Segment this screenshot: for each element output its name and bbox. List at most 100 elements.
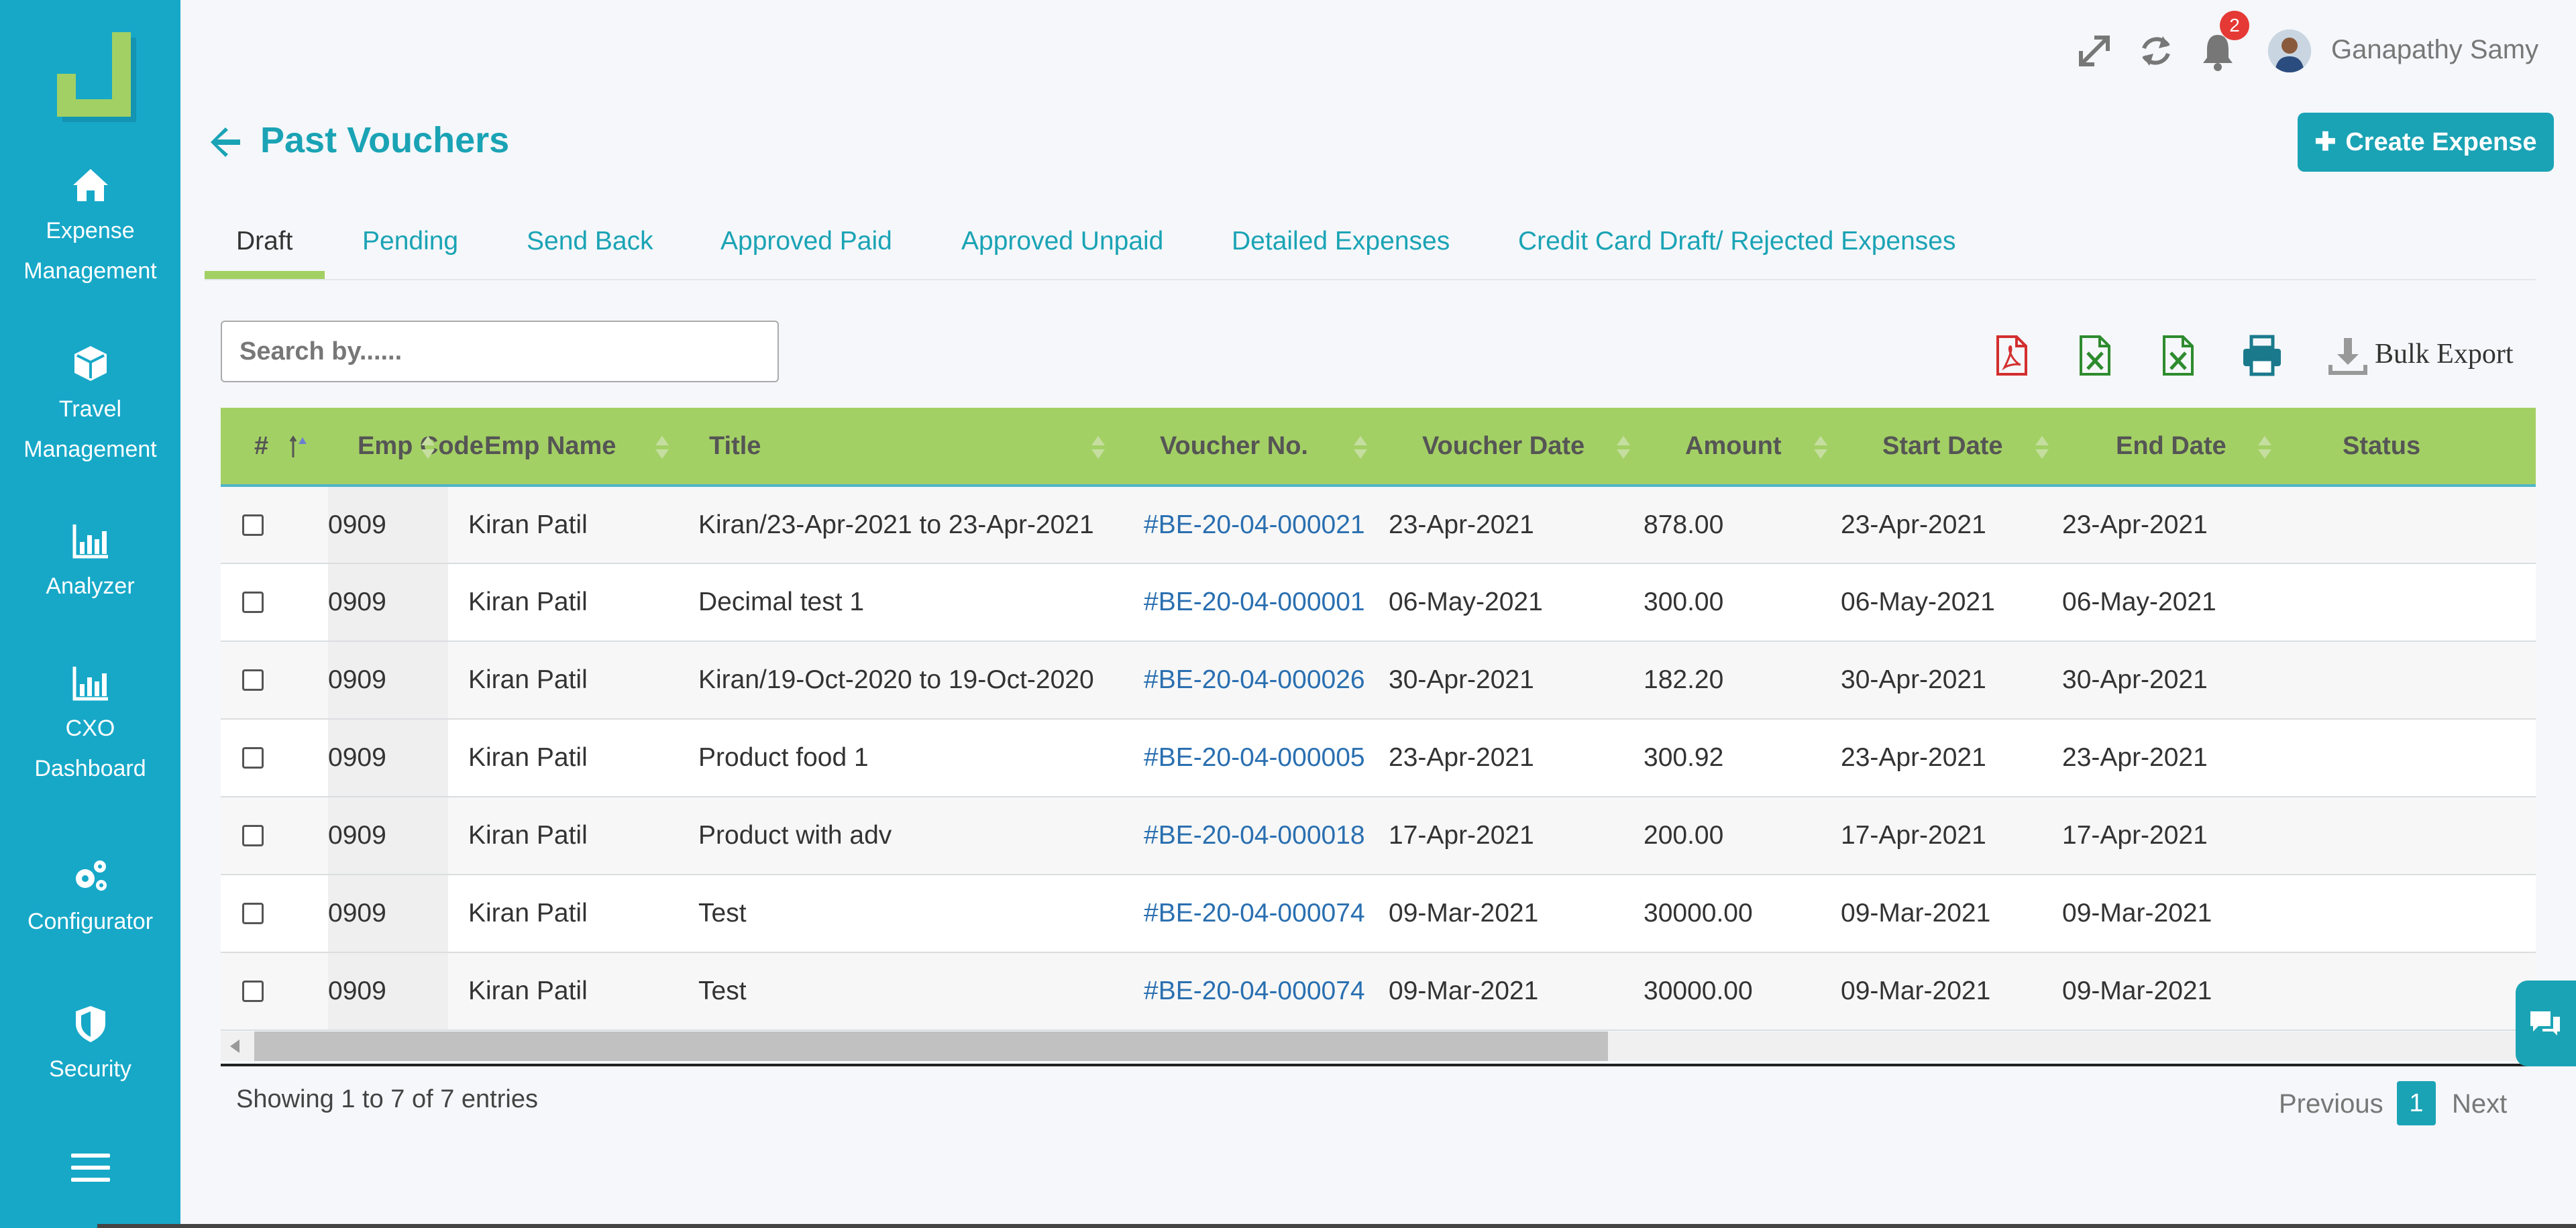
tab-credit-card-draft[interactable]: Credit Card Draft/ Rejected Expenses — [1518, 215, 1955, 279]
cell-start-date: 09-Mar-2021 — [1841, 976, 1991, 1005]
sort-icon — [655, 436, 669, 459]
cell-voucher-link[interactable]: #BE-20-04-000005 — [1118, 719, 1381, 797]
table-row[interactable]: 0909 Kiran Patil Kiran/19-Oct-2020 to 19… — [221, 641, 2536, 719]
cell-voucher-link[interactable]: #BE-20-04-000026 — [1118, 641, 1381, 719]
tab-detailed-expenses[interactable]: Detailed Expenses — [1232, 215, 1450, 279]
cell-emp-code: 0909 — [328, 641, 448, 719]
cell-amount: 182.20 — [1644, 665, 1724, 694]
user-name[interactable]: Ganapathy Samy — [2331, 35, 2538, 65]
sidebar: Expense Management Travel Management Ana… — [0, 0, 180, 1228]
menu-toggle-icon[interactable] — [71, 1154, 110, 1184]
sort-icon — [1617, 436, 1630, 459]
col-header-amount[interactable]: Amount — [1644, 408, 1841, 487]
sidebar-item-cxo-dashboard[interactable]: CXO Dashboard — [0, 663, 180, 789]
app-logo — [57, 32, 136, 122]
pagination-page-1[interactable]: 1 — [2397, 1081, 2436, 1125]
col-header-emp-code[interactable]: Emp Code — [328, 408, 484, 487]
row-checkbox[interactable] — [242, 669, 264, 691]
tab-approved-paid[interactable]: Approved Paid — [720, 215, 892, 279]
horizontal-scrollbar[interactable] — [221, 1031, 2536, 1061]
sidebar-item-travel-management[interactable]: Travel Management — [0, 343, 180, 469]
cell-voucher-date: 06-May-2021 — [1389, 588, 1543, 616]
cell-status — [2285, 875, 2536, 952]
col-header-emp-name[interactable]: Emp Name — [448, 408, 682, 487]
sort-asc-icon — [289, 435, 307, 457]
cell-end-date: 23-Apr-2021 — [2062, 743, 2208, 772]
cell-voucher-link[interactable]: #BE-20-04-000018 — [1118, 797, 1381, 875]
tab-pending[interactable]: Pending — [362, 215, 458, 279]
sort-icon — [421, 436, 435, 459]
chat-button[interactable] — [2516, 981, 2576, 1066]
tab-approved-unpaid[interactable]: Approved Unpaid — [961, 215, 1163, 279]
col-header-end-date[interactable]: End Date — [2062, 408, 2285, 487]
row-checkbox[interactable] — [242, 981, 264, 1002]
cell-emp-name: Kiran Patil — [468, 899, 588, 928]
entries-info: Showing 1 to 7 of 7 entries — [236, 1085, 538, 1113]
sidebar-item-analyzer[interactable]: Analyzer — [0, 520, 180, 606]
cell-title: Test — [698, 899, 747, 928]
row-checkbox[interactable] — [242, 592, 264, 613]
table-row[interactable]: 0909 Kiran Patil Kiran/23-Apr-2021 to 23… — [221, 486, 2536, 563]
print-icon[interactable] — [2241, 334, 2284, 377]
cell-amount: 300.00 — [1644, 588, 1724, 616]
table-row[interactable]: 0909 Kiran Patil Decimal test 1 #BE-20-0… — [221, 563, 2536, 641]
col-header-index[interactable]: # — [221, 408, 328, 487]
cell-voucher-link[interactable]: #BE-20-04-000021 — [1118, 486, 1381, 563]
table-row[interactable]: 0909 Kiran Patil Test #BE-20-04-000074 0… — [221, 875, 2536, 952]
vouchers-table: # Emp Code Emp Name Title Voucher No. Vo… — [221, 408, 2536, 1031]
fullscreen-icon[interactable] — [2074, 31, 2114, 71]
cell-start-date: 09-Mar-2021 — [1841, 899, 1991, 928]
scrollbar-thumb[interactable] — [254, 1031, 1608, 1061]
cell-voucher-date: 09-Mar-2021 — [1389, 976, 1539, 1005]
row-checkbox[interactable] — [242, 514, 264, 536]
table-row[interactable]: 0909 Kiran Patil Product food 1 #BE-20-0… — [221, 719, 2536, 797]
refresh-icon[interactable] — [2136, 31, 2176, 71]
cell-voucher-link[interactable]: #BE-20-04-000074 — [1118, 952, 1381, 1030]
row-checkbox[interactable] — [242, 825, 264, 846]
row-checkbox[interactable] — [242, 747, 264, 769]
sidebar-item-expense-management[interactable]: Expense Management — [0, 165, 180, 291]
cell-title: Decimal test 1 — [698, 588, 865, 616]
sidebar-item-security[interactable]: Security — [0, 1003, 180, 1089]
sort-icon — [2258, 436, 2271, 459]
back-arrow-icon[interactable] — [208, 125, 243, 160]
table-row[interactable]: 0909 Kiran Patil Product with adv #BE-20… — [221, 797, 2536, 875]
col-header-title[interactable]: Title — [682, 408, 1118, 487]
tab-send-back[interactable]: Send Back — [527, 215, 653, 279]
cell-end-date: 17-Apr-2021 — [2062, 821, 2208, 850]
create-expense-button[interactable]: ✚ Create Expense — [2298, 113, 2554, 172]
cell-start-date: 17-Apr-2021 — [1841, 821, 1986, 850]
sidebar-item-label: Travel — [58, 396, 122, 422]
sort-icon — [1814, 436, 1827, 459]
table-row[interactable]: 0909 Kiran Patil Test #BE-20-04-000074 0… — [221, 952, 2536, 1030]
cell-end-date: 09-Mar-2021 — [2062, 899, 2212, 928]
excel-export-icon[interactable] — [2073, 334, 2116, 377]
excel-export-icon[interactable] — [2156, 334, 2199, 377]
search-input[interactable] — [221, 321, 779, 382]
pagination-previous[interactable]: Previous — [2279, 1089, 2383, 1119]
col-header-voucher-date[interactable]: Voucher Date — [1381, 408, 1644, 487]
bulk-export-button[interactable]: Bulk Export — [2375, 338, 2514, 370]
cell-emp-code: 0909 — [328, 797, 448, 875]
pagination-next[interactable]: Next — [2452, 1089, 2507, 1119]
col-header-voucher-no[interactable]: Voucher No. — [1118, 408, 1381, 487]
cell-amount: 878.00 — [1644, 510, 1724, 539]
cell-voucher-link[interactable]: #BE-20-04-000001 — [1118, 563, 1381, 641]
sidebar-item-label: CXO — [65, 716, 115, 741]
cell-voucher-date: 17-Apr-2021 — [1389, 821, 1534, 850]
cell-emp-name: Kiran Patil — [468, 821, 588, 850]
cell-end-date: 09-Mar-2021 — [2062, 976, 2212, 1005]
sidebar-item-configurator[interactable]: Configurator — [0, 856, 180, 942]
col-header-status[interactable]: Status — [2285, 408, 2536, 487]
tab-draft[interactable]: Draft — [205, 215, 325, 279]
cell-end-date: 30-Apr-2021 — [2062, 665, 2208, 694]
row-checkbox[interactable] — [242, 903, 264, 924]
pdf-export-icon[interactable] — [1990, 334, 2033, 377]
col-header-start-date[interactable]: Start Date — [1841, 408, 2062, 487]
cell-voucher-link[interactable]: #BE-20-04-000074 — [1118, 875, 1381, 952]
notification-badge: 2 — [2220, 11, 2249, 40]
scroll-left-arrow-icon[interactable] — [230, 1040, 239, 1053]
avatar[interactable] — [2268, 30, 2311, 72]
download-icon[interactable] — [2328, 335, 2368, 376]
sidebar-item-label: Expense — [46, 218, 135, 243]
